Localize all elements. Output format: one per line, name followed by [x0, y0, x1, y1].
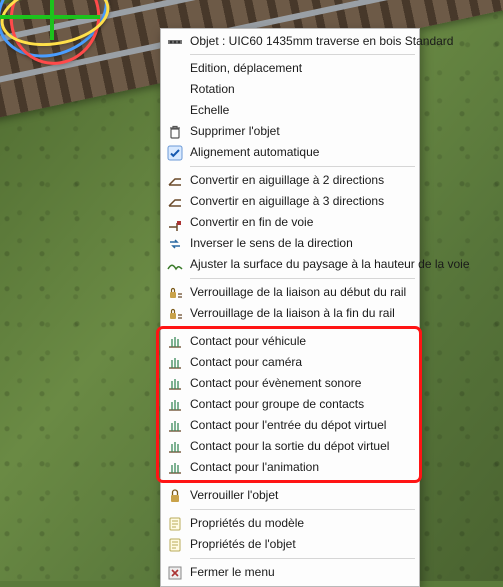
- context-menu: Objet : UIC60 1435mm traverse en bois St…: [160, 28, 420, 587]
- lock-rail-icon: [164, 285, 186, 301]
- lock-rail-icon: [164, 306, 186, 322]
- switch-icon: [164, 194, 186, 210]
- menu-group: Propriétés du modèle Propriétés de l'obje…: [162, 512, 418, 556]
- menu-group: Contact pour véhicule Contact pour caméra…: [162, 330, 418, 479]
- menu-group: Verrouillage de la liaison au début du r…: [162, 281, 418, 325]
- transform-gizmo[interactable]: [0, 0, 130, 120]
- menu-adjust-terrain[interactable]: Ajuster la surface du paysage à la haute…: [162, 254, 418, 275]
- menu-item-label: Convertir en aiguillage à 3 directions: [186, 195, 412, 209]
- menu-header-label: Objet : UIC60 1435mm traverse en bois St…: [186, 35, 453, 49]
- menu-item-label: Ajuster la surface du paysage à la haute…: [186, 258, 470, 272]
- menu-item-label: Supprimer l'objet: [186, 125, 412, 139]
- separator: [190, 166, 415, 167]
- menu-object-properties[interactable]: Propriétés de l'objet: [162, 534, 418, 555]
- menu-contact-depot-in[interactable]: Contact pour l'entrée du dépot virtuel: [162, 415, 418, 436]
- menu-item-label: Verrouillage de la liaison à la fin du r…: [186, 307, 412, 321]
- menu-item-label: Inverser le sens de la direction: [186, 237, 412, 251]
- menu-item-label: Propriétés du modèle: [186, 517, 412, 531]
- menu-auto-align[interactable]: Alignement automatique: [162, 142, 418, 163]
- menu-lock-link-end[interactable]: Verrouillage de la liaison à la fin du r…: [162, 303, 418, 324]
- menu-item-label: Contact pour évènement sonore: [186, 377, 412, 391]
- menu-group: Verrouiller l'objet: [162, 484, 418, 507]
- contact-icon: [164, 397, 186, 413]
- menu-item-label: Edition, déplacement: [186, 62, 412, 76]
- menu-item-label: Contact pour caméra: [186, 356, 412, 370]
- menu-scale[interactable]: Echelle: [162, 100, 418, 121]
- separator: [190, 327, 415, 328]
- menu-lock-link-start[interactable]: Verrouillage de la liaison au début du r…: [162, 282, 418, 303]
- menu-rotation[interactable]: Rotation: [162, 79, 418, 100]
- contact-icon: [164, 460, 186, 476]
- menu-item-label: Contact pour véhicule: [186, 335, 412, 349]
- menu-lock-object[interactable]: Verrouiller l'objet: [162, 485, 418, 506]
- menu-convert-end[interactable]: Convertir en fin de voie: [162, 212, 418, 233]
- menu-group: Edition, déplacement Rotation Echelle Suppr…: [162, 57, 418, 164]
- menu-item-label: Contact pour groupe de contacts: [186, 398, 412, 412]
- menu-item-label: Convertir en fin de voie: [186, 216, 412, 230]
- terrain-icon: [164, 257, 186, 273]
- separator: [190, 54, 415, 55]
- contact-icon: [164, 376, 186, 392]
- contact-icon: [164, 355, 186, 371]
- menu-item-label: Verrouiller l'objet: [186, 489, 412, 503]
- menu-item-label: Propriétés de l'objet: [186, 538, 412, 552]
- close-icon: [164, 565, 186, 581]
- menu-contact-depot-out[interactable]: Contact pour la sortie du dépot virtuel: [162, 436, 418, 457]
- separator: [190, 481, 415, 482]
- properties-icon: [164, 537, 186, 553]
- separator: [190, 278, 415, 279]
- contact-icon: [164, 334, 186, 350]
- menu-convert-switch-2[interactable]: Convertir en aiguillage à 2 directions: [162, 170, 418, 191]
- object-icon: [164, 34, 186, 50]
- contact-icon: [164, 439, 186, 455]
- menu-contact-sound[interactable]: Contact pour évènement sonore: [162, 373, 418, 394]
- lock-icon: [164, 488, 186, 504]
- separator: [190, 558, 415, 559]
- menu-contact-camera[interactable]: Contact pour caméra: [162, 352, 418, 373]
- menu-item-label: Echelle: [186, 104, 412, 118]
- menu-reverse-direction[interactable]: Inverser le sens de la direction: [162, 233, 418, 254]
- menu-item-label: Fermer le menu: [186, 566, 412, 580]
- menu-delete-object[interactable]: Supprimer l'objet: [162, 121, 418, 142]
- menu-item-label: Alignement automatique: [186, 146, 412, 160]
- menu-contact-animation[interactable]: Contact pour l'animation: [162, 457, 418, 478]
- menu-header[interactable]: Objet : UIC60 1435mm traverse en bois St…: [162, 31, 418, 52]
- menu-model-properties[interactable]: Propriétés du modèle: [162, 513, 418, 534]
- menu-convert-switch-3[interactable]: Convertir en aiguillage à 3 directions: [162, 191, 418, 212]
- separator: [190, 509, 415, 510]
- menu-contact-group[interactable]: Contact pour groupe de contacts: [162, 394, 418, 415]
- menu-contact-vehicle[interactable]: Contact pour véhicule: [162, 331, 418, 352]
- menu-item-label: Contact pour l'animation: [186, 461, 412, 475]
- switch-icon: [164, 173, 186, 189]
- menu-group: Convertir en aiguillage à 2 directions Co…: [162, 169, 418, 276]
- menu-item-label: Verrouillage de la liaison au début du r…: [186, 286, 412, 300]
- check-icon: [164, 145, 186, 161]
- menu-close[interactable]: Fermer le menu: [162, 562, 418, 583]
- menu-item-label: Rotation: [186, 83, 412, 97]
- trash-icon: [164, 124, 186, 140]
- menu-edit-move[interactable]: Edition, déplacement: [162, 58, 418, 79]
- menu-item-label: Convertir en aiguillage à 2 directions: [186, 174, 412, 188]
- menu-item-label: Contact pour l'entrée du dépot virtuel: [186, 419, 412, 433]
- reverse-icon: [164, 236, 186, 252]
- contact-icon: [164, 418, 186, 434]
- buffer-icon: [164, 215, 186, 231]
- properties-icon: [164, 516, 186, 532]
- menu-item-label: Contact pour la sortie du dépot virtuel: [186, 440, 412, 454]
